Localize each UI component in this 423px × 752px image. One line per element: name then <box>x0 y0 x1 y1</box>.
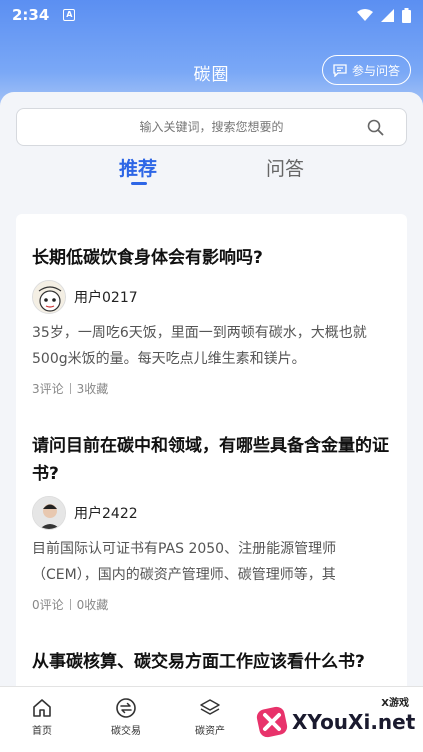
ask-button-label: 参与问答 <box>351 63 400 78</box>
post-title[interactable]: 从事碳核算、碳交易方面工作应该看什么书? <box>32 648 392 676</box>
wifi-icon <box>357 8 373 21</box>
layers-icon <box>200 699 220 715</box>
post-excerpt[interactable]: 目前国际认可证书有PAS 2050、注册能源管理师（CEM），国内的碳资产管理师… <box>32 536 392 588</box>
chat-icon <box>333 63 347 77</box>
post-title[interactable]: 长期低碳饮食身体会有影响吗? <box>32 244 392 272</box>
post-meta: 0评论 0收藏 <box>32 596 392 613</box>
watermark-text: XYouXi.net <box>292 710 416 734</box>
meta-divider <box>69 383 71 394</box>
avatar-cartoon-icon <box>33 281 65 313</box>
favorite-count: 0收藏 <box>76 598 109 612</box>
status-time: 2:34 <box>12 6 50 24</box>
exchange-icon <box>116 698 136 718</box>
author-name[interactable]: 用户2422 <box>74 503 138 523</box>
post-item[interactable]: 长期低碳饮食身体会有影响吗? 用户0217 35岁，一周吃6天饭，里面一到两顿有… <box>32 244 392 397</box>
post-item[interactable]: 请问目前在碳中和领域，有哪些具备含金量的证书? 用户2422 目前国际认可证书有… <box>32 432 392 613</box>
notification-indicator: A <box>63 9 76 21</box>
tab-qa[interactable]: 问答 <box>266 154 304 184</box>
status-icons <box>357 7 411 23</box>
post-title[interactable]: 请问目前在碳中和领域，有哪些具备含金量的证书? <box>32 432 392 488</box>
post-item[interactable]: 从事碳核算、碳交易方面工作应该看什么书? <box>32 648 392 676</box>
comment-count: 3评论 <box>32 382 64 396</box>
ask-question-button[interactable]: 参与问答 <box>321 55 411 85</box>
nav-label: 首页 <box>32 726 52 737</box>
search-input[interactable] <box>61 120 362 134</box>
home-icon <box>33 699 51 717</box>
active-tab-indicator <box>131 182 147 185</box>
meta-divider <box>69 599 71 610</box>
avatar[interactable] <box>32 496 66 530</box>
tab-bar: 推荐 问答 <box>0 154 423 190</box>
page-title: 碳圈 <box>193 64 230 85</box>
nav-label: 碳资产 <box>195 726 225 737</box>
post-author[interactable]: 用户0217 <box>32 280 392 314</box>
nav-item-assets[interactable]: 碳资产 <box>180 697 240 737</box>
cellular-icon <box>381 8 394 22</box>
search-icon[interactable] <box>367 119 384 136</box>
nav-label: 碳交易 <box>111 726 141 737</box>
tab-recommend[interactable]: 推荐 <box>119 154 157 184</box>
comment-count: 0评论 <box>32 598 64 612</box>
search-bar[interactable] <box>16 108 407 146</box>
nav-item-home[interactable]: 首页 <box>12 697 72 737</box>
nav-item-exchange[interactable]: 碳交易 <box>96 697 156 737</box>
post-excerpt[interactable]: 35岁，一周吃6天饭，里面一到两顿有碳水，大概也就500g米饭的量。每天吃点儿维… <box>32 320 392 372</box>
avatar-photo-icon <box>33 497 65 529</box>
battery-icon <box>402 7 411 23</box>
author-name[interactable]: 用户0217 <box>74 287 138 307</box>
favorite-count: 3收藏 <box>76 382 109 396</box>
watermark-logo-icon <box>256 706 288 738</box>
post-author[interactable]: 用户2422 <box>32 496 392 530</box>
post-feed: 长期低碳饮食身体会有影响吗? 用户0217 35岁，一周吃6天饭，里面一到两顿有… <box>16 214 407 694</box>
status-bar: 2:34 A <box>0 0 423 30</box>
avatar[interactable] <box>32 280 66 314</box>
watermark-small: X游戏 <box>381 698 409 709</box>
watermark: X游戏 XYouXi.net <box>252 690 423 752</box>
post-meta: 3评论 3收藏 <box>32 380 392 397</box>
